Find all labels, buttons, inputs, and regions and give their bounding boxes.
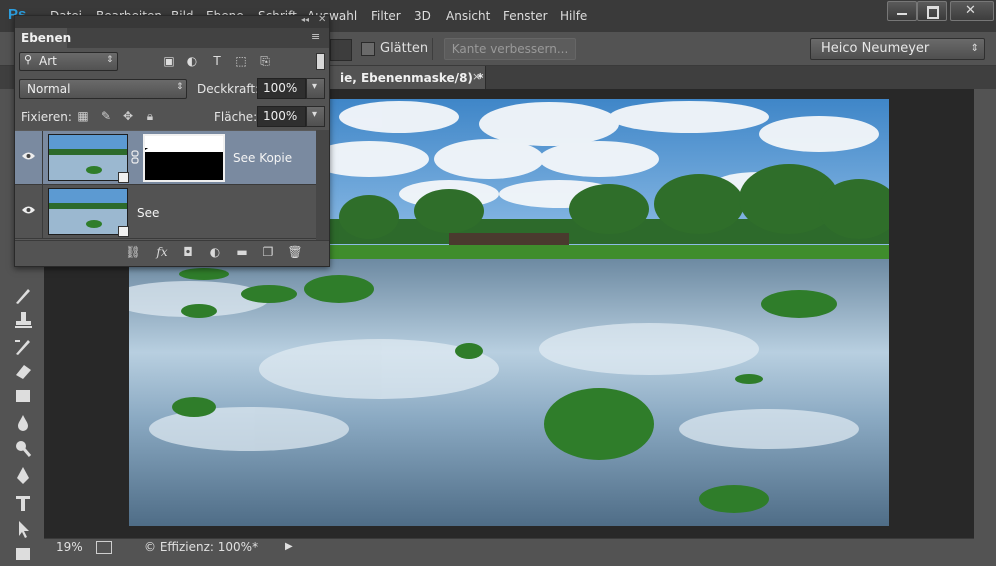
lake-thumbnail (49, 135, 127, 180)
options-separator (432, 38, 433, 60)
shape-filter-icon[interactable]: ⬚ (234, 54, 248, 68)
menu-fenster[interactable]: Fenster (503, 9, 548, 23)
maximize-button[interactable] (917, 1, 947, 21)
link-icon[interactable] (131, 150, 139, 164)
link-layers-icon[interactable]: ⛓︎ (125, 245, 141, 259)
panel-menu-icon[interactable]: ≡ (311, 30, 320, 43)
layer-row[interactable]: See Kopie (15, 131, 316, 185)
layer-thumbnail[interactable] (48, 134, 128, 181)
menu-filter[interactable]: Filter (371, 9, 401, 23)
layers-scrollbar[interactable] (316, 130, 329, 240)
layer-thumbnail[interactable] (48, 188, 128, 235)
filter-kind-label: Art (39, 54, 57, 68)
blur-tool-icon[interactable] (10, 410, 36, 434)
adjustment-layer-icon[interactable]: ◐ (207, 245, 223, 259)
status-info: © Effizienz: 100%* (144, 540, 259, 554)
zoom-level[interactable]: 19% (56, 540, 83, 554)
brush-tool-icon[interactable] (10, 283, 36, 307)
lake-thumbnail (49, 189, 127, 234)
lock-image-icon[interactable]: ✎ (99, 109, 113, 123)
refine-edge-button[interactable]: Kante verbessern... (444, 38, 576, 60)
opacity-label: Deckkraft: (197, 82, 260, 96)
filter-toggle[interactable] (316, 53, 325, 70)
updown-arrow-icon: ⇕ (970, 43, 979, 54)
menu-3d[interactable]: 3D (414, 9, 431, 23)
panel-title-strip[interactable] (15, 16, 329, 28)
lock-all-icon[interactable]: 🔒︎ (143, 109, 157, 123)
close-panel-icon[interactable]: ✕ (318, 14, 326, 25)
gradient-tool-icon[interactable] (10, 384, 36, 408)
layer-name[interactable]: See (137, 206, 159, 220)
layers-panel-footer (15, 240, 329, 266)
smooth-checkbox[interactable] (361, 42, 375, 56)
smooth-label: Glätten (380, 41, 429, 56)
workspace-label: Heico Neumeyer (821, 41, 930, 56)
clone-stamp-tool-icon[interactable] (10, 308, 36, 332)
collapse-panel-icon[interactable]: ◂◂ (301, 15, 309, 24)
eye-icon[interactable] (22, 151, 35, 161)
fill-label: Fläche: (214, 110, 258, 124)
fill-value[interactable]: 100% (263, 109, 297, 123)
fill-dropdown-button[interactable] (306, 106, 325, 127)
layer-mask-thumbnail[interactable] (143, 134, 225, 182)
lock-transparency-icon[interactable]: ▦ (76, 109, 90, 123)
close-window-button[interactable] (950, 1, 994, 21)
type-filter-icon[interactable]: T (210, 54, 224, 68)
history-brush-tool-icon[interactable] (10, 334, 36, 358)
smart-object-filter-icon[interactable]: ⎘ (258, 54, 272, 68)
lock-label: Fixieren: (21, 110, 72, 124)
smart-object-badge-icon (118, 226, 129, 237)
visibility-cell[interactable] (15, 131, 43, 184)
search-icon: ⚲ (24, 53, 33, 66)
status-menu-arrow-icon[interactable]: ▶ (285, 541, 293, 552)
tab-close-icon[interactable]: × (472, 70, 481, 83)
export-icon[interactable] (96, 541, 112, 554)
menu-ansicht[interactable]: Ansicht (446, 9, 490, 23)
layer-name[interactable]: See Kopie (233, 151, 292, 165)
minimize-button[interactable] (887, 1, 917, 21)
rectangle-tool-icon[interactable] (10, 542, 36, 566)
layer-row[interactable]: See (15, 185, 316, 239)
updown-arrow-icon: ⇕ (176, 82, 184, 92)
menu-hilfe[interactable]: Hilfe (560, 9, 587, 23)
add-mask-icon[interactable]: ◘ (180, 245, 196, 259)
right-gutter (974, 89, 996, 538)
visibility-cell[interactable] (15, 185, 43, 238)
dodge-tool-icon[interactable] (10, 436, 36, 460)
document-tab-title: ie, Ebenenmaske/8) * (340, 71, 484, 85)
pen-tool-icon[interactable] (10, 464, 36, 488)
opacity-dropdown-button[interactable] (306, 78, 325, 99)
updown-arrow-icon: ⇕ (106, 55, 114, 65)
workspace-select[interactable]: Heico Neumeyer ⇕ (810, 38, 985, 60)
eraser-tool-icon[interactable] (10, 359, 36, 383)
mask-silhouette (145, 136, 223, 152)
adjustment-filter-icon[interactable]: ◐ (185, 54, 199, 68)
lock-position-icon[interactable]: ✥ (121, 109, 135, 123)
new-layer-icon[interactable]: ❐ (260, 245, 276, 259)
tab-layers-label: Ebenen (21, 31, 72, 45)
type-tool-icon[interactable] (10, 491, 36, 515)
trash-icon[interactable]: 🗑︎ (287, 245, 303, 259)
feather-field[interactable] (330, 39, 352, 61)
path-selection-tool-icon[interactable] (10, 517, 36, 541)
pixel-filter-icon[interactable]: ▣ (162, 54, 176, 68)
eye-icon[interactable] (22, 205, 35, 215)
smart-object-badge-icon (118, 172, 129, 183)
new-group-icon[interactable]: ▬ (234, 245, 250, 259)
opacity-value[interactable]: 100% (263, 81, 297, 95)
fx-icon[interactable]: fx (154, 245, 170, 259)
blend-mode-label: Normal (27, 82, 71, 96)
filter-kind-select[interactable] (19, 52, 118, 71)
